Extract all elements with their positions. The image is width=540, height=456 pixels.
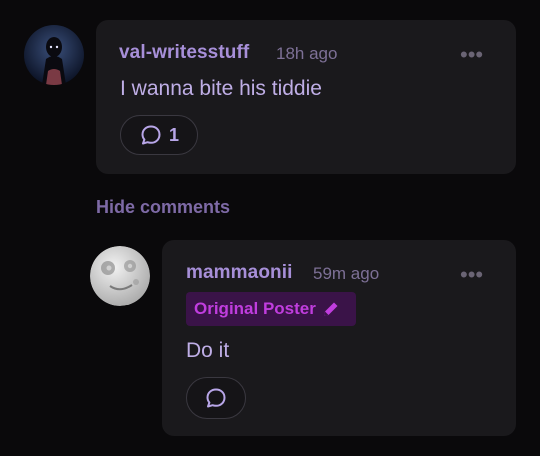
original-poster-badge: Original Poster: [186, 292, 356, 326]
moon-avatar-icon: [90, 246, 150, 306]
speech-bubble-icon: [141, 125, 161, 145]
user-avatar-icon: [24, 25, 84, 85]
comment-text: I wanna bite his tiddie: [120, 77, 322, 100]
more-options-icon[interactable]: •••: [460, 264, 483, 286]
reply-text: Do it: [186, 339, 230, 362]
reply-timestamp: 59m ago: [313, 264, 380, 283]
comment-author[interactable]: val-writesstuff: [119, 42, 249, 64]
reply-count: 1: [168, 124, 179, 145]
reply-button[interactable]: [186, 377, 246, 419]
pencil-icon: [323, 302, 338, 316]
badge-label: Original Poster: [194, 299, 316, 318]
reply-button[interactable]: 1: [120, 115, 198, 155]
more-options-icon[interactable]: •••: [460, 44, 483, 66]
reply-card: mammaonii 59m ago ••• Original Poster Do…: [162, 240, 516, 436]
reply-avatar[interactable]: [90, 246, 150, 306]
reply-author[interactable]: mammaonii: [186, 262, 293, 284]
hide-comments-link[interactable]: Hide comments: [96, 197, 230, 218]
avatar[interactable]: [24, 25, 84, 85]
speech-bubble-icon: [206, 388, 226, 408]
comment-card: val-writesstuff 18h ago ••• I wanna bite…: [96, 20, 516, 174]
comment-timestamp: 18h ago: [276, 44, 338, 63]
